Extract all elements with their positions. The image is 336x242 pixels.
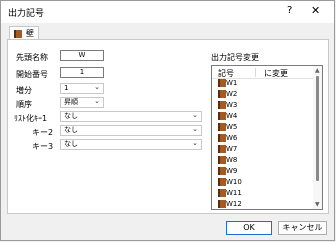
- book-icon: [218, 178, 226, 186]
- book-icon: [14, 29, 22, 38]
- list-item-label: W1: [226, 79, 238, 87]
- order-label: 順序: [16, 100, 32, 109]
- dialog-window: 出力記号 ? ✕ 壁 先頭名称 W 開始番号 1 増分 1 ⌄ 順序 昇順 ⌄ …: [0, 0, 335, 241]
- book-icon: [218, 101, 226, 109]
- list-item-label: W3: [226, 101, 238, 109]
- list-item-label: W8: [226, 156, 238, 164]
- list-item-label: W6: [226, 134, 238, 142]
- increment-select[interactable]: 1 ⌄: [60, 83, 104, 94]
- book-icon: [218, 200, 226, 208]
- tab-bar: 壁: [7, 25, 327, 40]
- book-icon: [218, 112, 226, 120]
- list-item[interactable]: W6: [212, 133, 312, 144]
- listkey1-value: なし: [64, 112, 78, 120]
- chevron-down-icon: ⌄: [192, 125, 198, 133]
- list-item[interactable]: W4: [212, 111, 312, 122]
- ok-button[interactable]: OK: [226, 221, 272, 235]
- list-item[interactable]: W5: [212, 122, 312, 133]
- book-icon: [218, 156, 226, 164]
- close-button[interactable]: ✕: [311, 4, 320, 17]
- scroll-thumb[interactable]: [316, 76, 319, 181]
- list-item[interactable]: W7: [212, 144, 312, 155]
- book-icon: [218, 145, 226, 153]
- vertical-scrollbar[interactable]: ▲ ▼: [313, 66, 322, 209]
- book-icon: [218, 167, 226, 175]
- scroll-up-icon[interactable]: ▲: [315, 67, 320, 74]
- prefix-input[interactable]: W: [60, 50, 104, 61]
- window-title: 出力記号: [8, 9, 45, 19]
- prefix-label: 先頭名称: [16, 53, 48, 62]
- chevron-down-icon: ⌄: [192, 111, 198, 119]
- increment-value: 1: [64, 84, 69, 92]
- list-item-label: W12: [226, 200, 242, 208]
- column-divider[interactable]: [255, 68, 256, 77]
- list-item-label: W7: [226, 145, 238, 153]
- title-bar: 出力記号 ? ✕: [1, 1, 334, 23]
- key3-select[interactable]: なし ⌄: [60, 139, 202, 150]
- order-select[interactable]: 昇順 ⌄: [60, 97, 104, 108]
- key3-value: なし: [64, 140, 78, 148]
- book-icon: [218, 134, 226, 142]
- list-item[interactable]: W11: [212, 188, 312, 199]
- list-item[interactable]: W2: [212, 89, 312, 100]
- tab-panel: 先頭名称 W 開始番号 1 増分 1 ⌄ 順序 昇順 ⌄ ﾘｽﾄ化ｷｰ1 なし …: [7, 39, 329, 214]
- list-item[interactable]: W12: [212, 199, 312, 209]
- chevron-down-icon: ⌄: [94, 97, 100, 105]
- symbol-listbox[interactable]: 記号 に変更 W1 W2 W3 W4 W5 W6 W7 W8 W9 W10 W11 W12 ▲ ▼: [211, 65, 323, 210]
- list-item-label: W11: [226, 189, 242, 197]
- tab-label: 壁: [26, 29, 34, 38]
- list-item-label: W4: [226, 112, 238, 120]
- tab-wall[interactable]: 壁: [9, 26, 39, 40]
- listkey1-label: ﾘｽﾄ化ｷｰ1: [14, 114, 48, 123]
- listkey1-select[interactable]: なし ⌄: [60, 111, 202, 122]
- list-item[interactable]: W9: [212, 166, 312, 177]
- output-symbol-change-label: 出力記号変更: [211, 53, 259, 62]
- order-value: 昇順: [64, 98, 78, 106]
- book-icon: [218, 90, 226, 98]
- cancel-button[interactable]: キャンセル: [278, 221, 327, 235]
- list-item[interactable]: W8: [212, 155, 312, 166]
- key2-value: なし: [64, 126, 78, 134]
- key2-select[interactable]: なし ⌄: [60, 125, 202, 136]
- start-number-label: 開始番号: [16, 70, 48, 79]
- start-number-input[interactable]: 1: [60, 67, 104, 78]
- list-item-label: W2: [226, 90, 238, 98]
- list-item-label: W9: [226, 167, 238, 175]
- chevron-down-icon: ⌄: [94, 83, 100, 91]
- list-item[interactable]: W10: [212, 177, 312, 188]
- scroll-down-icon[interactable]: ▼: [315, 201, 320, 208]
- list-rows: W1 W2 W3 W4 W5 W6 W7 W8 W9 W10 W11 W12: [212, 78, 312, 209]
- list-item[interactable]: W1: [212, 78, 312, 89]
- help-button[interactable]: ?: [287, 5, 292, 16]
- list-item-label: W5: [226, 123, 238, 131]
- book-icon: [218, 123, 226, 131]
- list-item-label: W10: [226, 178, 242, 186]
- key3-label: キー3: [32, 142, 54, 151]
- book-icon: [218, 79, 226, 87]
- key2-label: キー2: [32, 128, 54, 137]
- increment-label: 増分: [16, 86, 32, 95]
- book-icon: [218, 189, 226, 197]
- chevron-down-icon: ⌄: [192, 139, 198, 147]
- list-item[interactable]: W3: [212, 100, 312, 111]
